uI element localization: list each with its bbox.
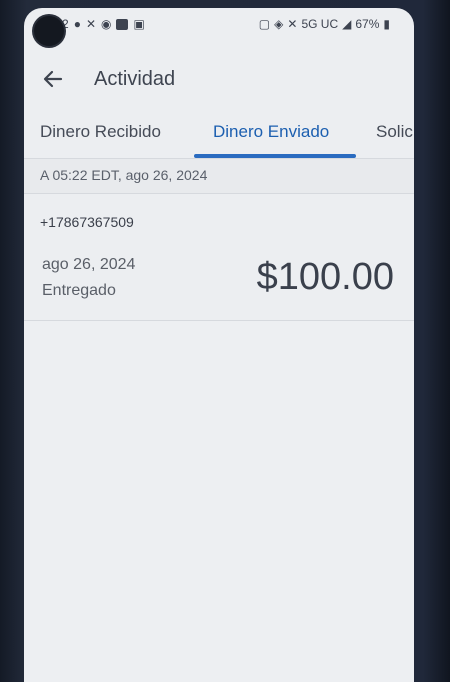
transaction-status: Entregado [42, 282, 116, 299]
tab-dinero-recibido[interactable]: Dinero Recibido [40, 122, 161, 142]
box-s-icon [116, 18, 129, 30]
screen: 2 ● ✕ ◉ ▣ ▢ ◈ ✕ 5G UC ◢ 67% ▮ Actividad … [24, 8, 414, 682]
phone-frame: 2 ● ✕ ◉ ▣ ▢ ◈ ✕ 5G UC ◢ 67% ▮ Actividad … [0, 0, 450, 682]
active-tab-indicator [194, 154, 356, 158]
status-left: 2 ● ✕ ◉ ▣ [62, 17, 145, 31]
signal-icon: ◢ [342, 17, 352, 31]
date-group-header: A 05:22 EDT, ago 26, 2024 [24, 159, 414, 194]
empty-list-area [24, 321, 414, 682]
image-icon: ▣ [133, 17, 145, 31]
status-right: ▢ ◈ ✕ 5G UC ◢ 67% ▮ [259, 17, 390, 31]
transaction-recipient: +17867367509 [40, 214, 134, 230]
tab-bar: Dinero Recibido Dinero Enviado Solic [24, 108, 414, 159]
nfc-icon: ▢ [258, 17, 271, 31]
tab-solicitudes[interactable]: Solic [376, 122, 413, 142]
status-bar: 2 ● ✕ ◉ ▣ ▢ ◈ ✕ 5G UC ◢ 67% ▮ [24, 8, 414, 42]
app-header: Actividad [24, 52, 414, 108]
vibrate-icon: ◈ [274, 17, 284, 31]
transaction-date: ago 26, 2024 [42, 256, 136, 273]
page-title: Actividad [94, 68, 176, 90]
date-group-header-text: A 05:22 EDT, ago 26, 2024 [40, 167, 208, 183]
camera-cutout [34, 16, 64, 46]
transaction-item[interactable]: +17867367509 ago 26, 2024 Entregado $100… [24, 194, 414, 321]
back-button[interactable] [38, 64, 68, 94]
battery-icon: ▮ [383, 17, 390, 31]
network-label: 5G UC [301, 17, 339, 31]
transaction-amount: $100.00 [256, 256, 394, 298]
back-arrow-icon [43, 70, 63, 88]
tab-dinero-enviado[interactable]: Dinero Enviado [213, 122, 329, 142]
x-icon: ✕ [85, 17, 96, 31]
circle-icon: ◉ [101, 17, 112, 31]
mute-icon: ✕ [287, 17, 298, 31]
battery-label: 67% [355, 17, 380, 31]
chat-icon: ● [73, 17, 81, 31]
